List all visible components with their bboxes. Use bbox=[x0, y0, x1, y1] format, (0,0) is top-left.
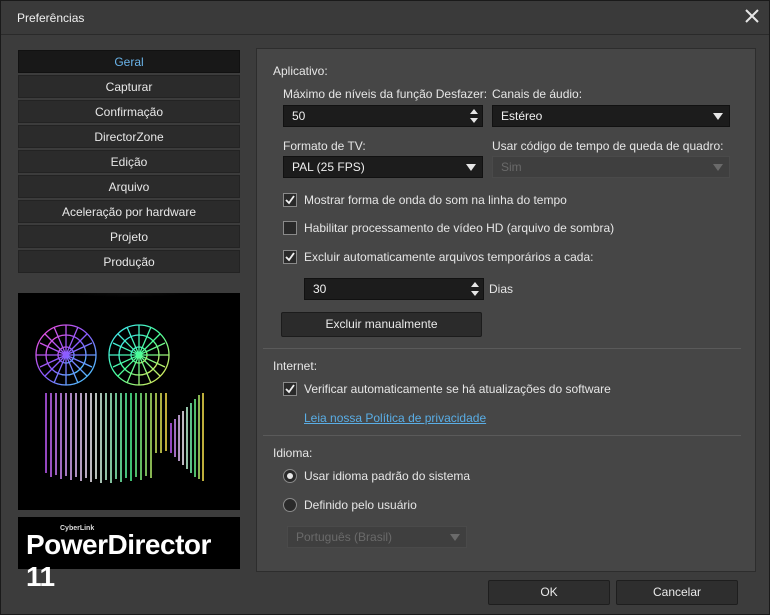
nav-item-confirmacao[interactable]: Confirmação bbox=[18, 100, 240, 123]
nav-item-capturar[interactable]: Capturar bbox=[18, 75, 240, 98]
divider bbox=[263, 348, 741, 349]
hd-shadow-label: Habilitar processamento de vídeo HD (arq… bbox=[304, 221, 615, 235]
tv-format-value: PAL (25 FPS) bbox=[292, 160, 365, 174]
undo-levels-label: Máximo de níveis da função Desfazer: bbox=[283, 87, 488, 101]
auto-delete-label: Excluir automaticamente arquivos temporá… bbox=[304, 250, 594, 264]
chevron-down-icon bbox=[713, 164, 723, 171]
auto-delete-days-spinbox[interactable]: 30 bbox=[304, 278, 484, 300]
nav-item-aceleracao[interactable]: Aceleração por hardware bbox=[18, 200, 240, 223]
chevron-down-icon bbox=[450, 534, 460, 541]
undo-levels-value: 50 bbox=[292, 109, 306, 123]
chevron-down-icon bbox=[466, 164, 476, 171]
powerdirector-artwork bbox=[18, 271, 240, 510]
delete-manually-button[interactable]: Excluir manualmente bbox=[281, 312, 482, 337]
chevron-down-icon bbox=[713, 113, 723, 120]
radio-selected-dot bbox=[287, 473, 293, 479]
preferences-dialog: Preferências Geral Capturar Confirmação … bbox=[0, 0, 770, 615]
nav-item-directorzone[interactable]: DirectorZone bbox=[18, 125, 240, 148]
nav-item-projeto[interactable]: Projeto bbox=[18, 225, 240, 248]
auto-delete-days-value: 30 bbox=[313, 282, 327, 296]
internet-section-label: Internet: bbox=[273, 359, 318, 373]
auto-delete-checkbox[interactable] bbox=[283, 250, 297, 264]
nav-item-arquivo[interactable]: Arquivo bbox=[18, 175, 240, 198]
dialog-title: Preferências bbox=[17, 11, 85, 25]
check-updates-label: Verificar automaticamente se há atualiza… bbox=[304, 382, 611, 396]
tv-format-label: Formato de TV: bbox=[283, 139, 366, 153]
language-select: Português (Brasil) bbox=[287, 526, 467, 548]
days-label: Dias bbox=[489, 282, 514, 296]
tv-format-select[interactable]: PAL (25 FPS) bbox=[283, 156, 483, 178]
drop-frame-label: Usar código de tempo de queda de quadro: bbox=[492, 139, 724, 153]
show-waveform-checkbox[interactable] bbox=[283, 193, 297, 207]
spin-arrows-icon[interactable] bbox=[468, 107, 480, 125]
nav-item-edicao[interactable]: Edição bbox=[18, 150, 240, 173]
language-value: Português (Brasil) bbox=[296, 530, 393, 544]
divider bbox=[263, 435, 741, 436]
audio-channels-value: Estéreo bbox=[501, 109, 543, 123]
app-section-label: Aplicativo: bbox=[273, 64, 328, 78]
audio-channels-select[interactable]: Estéreo bbox=[492, 105, 730, 127]
nav-item-producao[interactable]: Produção bbox=[18, 250, 240, 273]
cancel-button[interactable]: Cancelar bbox=[616, 580, 738, 605]
privacy-policy-link[interactable]: Leia nossa Política de privacidade bbox=[304, 411, 486, 425]
undo-levels-spinbox[interactable]: 50 bbox=[283, 105, 483, 127]
audio-channels-label: Canais de áudio: bbox=[492, 87, 583, 101]
nav-item-geral[interactable]: Geral bbox=[18, 50, 240, 73]
system-default-language-label: Usar idioma padrão do sistema bbox=[304, 469, 471, 483]
powerdirector-logo: CyberLink PowerDirector 11 bbox=[18, 517, 240, 592]
preferences-nav: Geral Capturar Confirmação DirectorZone … bbox=[18, 50, 240, 275]
ok-button[interactable]: OK bbox=[488, 580, 610, 605]
language-section-label: Idioma: bbox=[273, 446, 313, 460]
checkmark-icon bbox=[285, 384, 295, 394]
hd-shadow-checkbox[interactable] bbox=[283, 221, 297, 235]
drop-frame-select: Sim bbox=[492, 156, 730, 178]
settings-panel: Aplicativo: Máximo de níveis da função D… bbox=[256, 48, 756, 572]
user-defined-language-radio[interactable] bbox=[283, 498, 297, 512]
powerdirector-logo-text: PowerDirector 11 bbox=[26, 529, 211, 592]
checkmark-icon bbox=[285, 252, 295, 262]
film-projector-icon bbox=[18, 271, 240, 510]
drop-frame-value: Sim bbox=[501, 160, 522, 174]
user-defined-language-label: Definido pelo usuário bbox=[304, 498, 417, 512]
system-default-language-radio[interactable] bbox=[283, 469, 297, 483]
close-icon[interactable] bbox=[743, 7, 761, 25]
check-updates-checkbox[interactable] bbox=[283, 382, 297, 396]
show-waveform-label: Mostrar forma de onda do som na linha do… bbox=[304, 193, 567, 207]
spin-arrows-icon[interactable] bbox=[469, 280, 481, 298]
title-bar: Preferências bbox=[1, 1, 769, 35]
checkmark-icon bbox=[285, 195, 295, 205]
